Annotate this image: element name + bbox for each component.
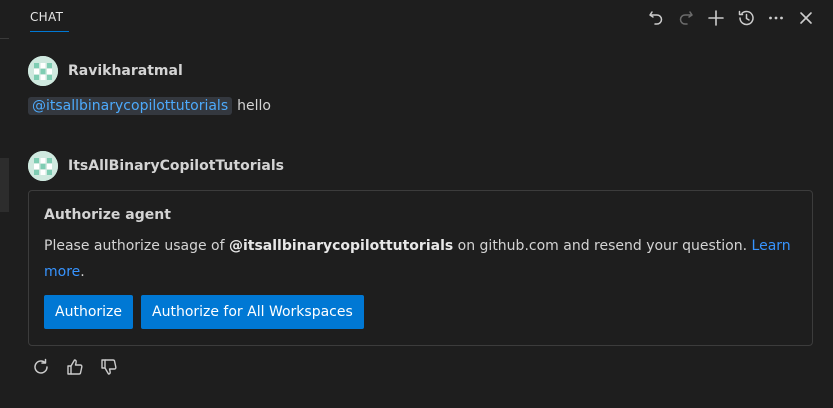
user-message-header: Ravikharatmal <box>28 56 183 86</box>
body-suffix: on github.com and resend your question. <box>453 238 752 254</box>
agent-message-header: ItsAllBinaryCopilotTutorials <box>28 151 284 181</box>
authorize-all-workspaces-button[interactable]: Authorize for All Workspaces <box>141 295 364 329</box>
body-prefix: Please authorize usage of <box>44 238 229 254</box>
scrollbar-thumb[interactable] <box>0 158 9 212</box>
body-agent-name: @itsallbinarycopilottutorials <box>228 238 454 254</box>
feedback-bar <box>30 356 120 378</box>
new-chat-icon[interactable] <box>705 7 727 29</box>
user-name: Ravikharatmal <box>68 63 183 79</box>
message-text: hello <box>237 98 271 114</box>
redo-icon[interactable] <box>675 7 697 29</box>
retry-icon[interactable] <box>30 356 52 378</box>
body-end: . <box>80 264 85 280</box>
close-icon[interactable] <box>795 7 817 29</box>
agent-name: ItsAllBinaryCopilotTutorials <box>68 158 284 174</box>
thumbs-up-icon[interactable] <box>64 356 86 378</box>
undo-icon[interactable] <box>645 7 667 29</box>
card-buttons: Authorize Authorize for All Workspaces <box>44 295 364 329</box>
avatar <box>28 151 58 181</box>
history-icon[interactable] <box>735 7 757 29</box>
card-body: Please authorize usage of @itsallbinaryc… <box>44 233 804 285</box>
avatar <box>28 56 58 86</box>
tab-chat[interactable]: CHAT <box>30 10 63 24</box>
authorize-card: Authorize agent Please authorize usage o… <box>28 190 813 346</box>
chat-panel: CHAT Ravikharatmal @itsallbinarycopilott… <box>0 0 833 408</box>
agent-mention[interactable]: @itsallbinarycopilottutorials <box>28 97 233 115</box>
tab-active-indicator <box>30 31 69 32</box>
chat-header: CHAT <box>0 0 833 36</box>
user-message-text: @itsallbinarycopilottutorials hello <box>28 97 271 115</box>
divider <box>0 38 9 39</box>
authorize-button[interactable]: Authorize <box>44 295 133 329</box>
more-icon[interactable] <box>765 7 787 29</box>
thumbs-down-icon[interactable] <box>98 356 120 378</box>
card-title: Authorize agent <box>44 207 171 223</box>
header-actions <box>645 6 817 30</box>
adjacent-pane-edge <box>0 38 9 408</box>
